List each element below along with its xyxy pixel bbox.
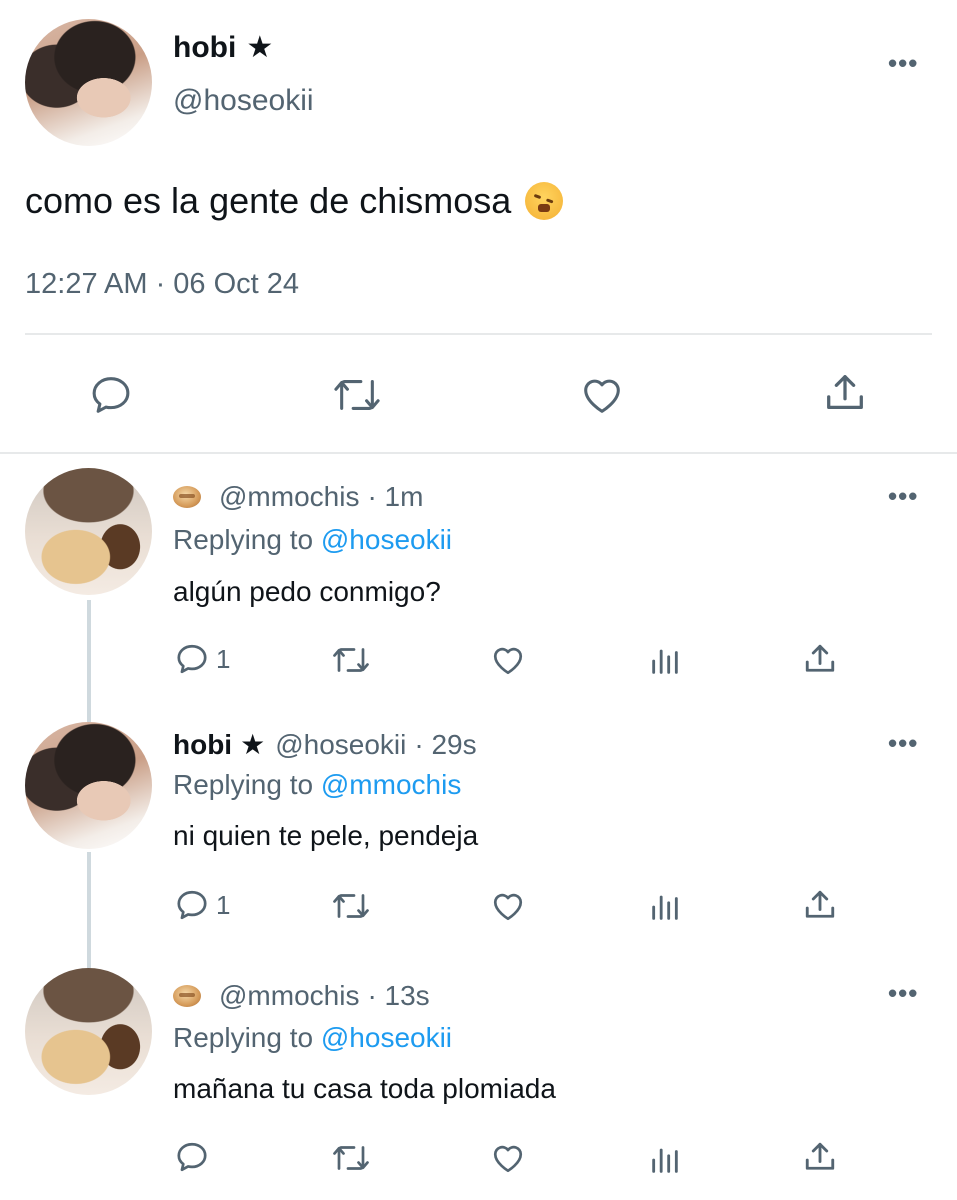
- reply-button[interactable]: [174, 1139, 210, 1175]
- more-options-icon[interactable]: •••: [888, 730, 918, 756]
- divider: [25, 333, 932, 335]
- replying-to: Replying to @mmochis: [173, 769, 461, 801]
- thread-line: [87, 600, 91, 722]
- like-button[interactable]: [489, 1140, 527, 1176]
- replying-label: Replying to: [173, 524, 314, 555]
- cookie-emoji-icon: [173, 985, 201, 1007]
- section-divider: [0, 452, 957, 454]
- retweet-button[interactable]: [331, 372, 383, 418]
- tweet-text: mañana tu casa toda plomiada: [173, 1073, 556, 1104]
- reply-icon: [177, 890, 207, 920]
- tweet-text: ni quien te pele, pendeja: [173, 820, 479, 851]
- handle: @mmochis: [219, 481, 360, 512]
- tweet-text: como es la gente de chismosa: [25, 180, 564, 222]
- mention-link[interactable]: @hoseokii: [321, 1022, 452, 1053]
- author-name-row[interactable]: @mmochis · 1m: [173, 481, 423, 513]
- display-name: hobi: [173, 728, 233, 760]
- tweet-text: algún pedo conmigo?: [173, 576, 441, 607]
- reply-button[interactable]: 1: [174, 887, 230, 923]
- views-button[interactable]: [648, 1143, 682, 1177]
- mention-link[interactable]: @mmochis: [321, 769, 461, 800]
- reply-time: · 13s: [367, 980, 430, 1011]
- replying-label: Replying to: [173, 1022, 314, 1053]
- more-options-icon[interactable]: •••: [888, 50, 918, 76]
- replying-to: Replying to @hoseokii: [173, 524, 452, 556]
- heart-icon: [493, 647, 523, 675]
- reply-icon: [177, 1142, 207, 1172]
- views-button[interactable]: [648, 890, 682, 924]
- like-button[interactable]: [489, 888, 527, 924]
- share-button[interactable]: [802, 1139, 838, 1175]
- star-icon: ★: [246, 31, 274, 64]
- retweet-button[interactable]: [330, 888, 372, 924]
- share-button[interactable]: [802, 641, 838, 677]
- author-name-row[interactable]: @mmochis · 13s: [173, 980, 430, 1012]
- views-button[interactable]: [648, 644, 682, 678]
- replying-label: Replying to: [173, 769, 314, 800]
- reply-button[interactable]: [88, 372, 134, 418]
- more-options-icon[interactable]: •••: [888, 483, 918, 509]
- star-icon: ★: [240, 729, 266, 760]
- tweet-body: como es la gente de chismosa: [25, 180, 512, 221]
- heart-icon: [493, 1145, 523, 1173]
- retweet-button[interactable]: [330, 1140, 372, 1176]
- cookie-emoji-icon: [173, 486, 201, 508]
- heart-icon: [584, 379, 620, 413]
- reply-count: 1: [216, 889, 231, 920]
- share-icon: [827, 375, 863, 410]
- handle: @mmochis: [219, 980, 360, 1011]
- display-name: hobi: [173, 30, 237, 64]
- reply-icon: [177, 644, 207, 674]
- heart-icon: [493, 893, 523, 921]
- thread-line: [87, 852, 91, 968]
- reply-time: · 1m: [367, 481, 424, 512]
- reply-time: · 29s: [414, 728, 477, 760]
- share-button[interactable]: [822, 370, 868, 416]
- avatar[interactable]: [25, 468, 152, 595]
- handle[interactable]: @hoseokii: [173, 84, 314, 118]
- author-name-row[interactable]: hobi ★: [173, 30, 273, 65]
- share-icon: [805, 644, 835, 672]
- share-button[interactable]: [802, 887, 838, 923]
- mention-link[interactable]: @hoseokii: [321, 524, 452, 555]
- bar-chart-icon: [652, 895, 678, 920]
- share-icon: [805, 890, 835, 918]
- steam-face-emoji-icon: [525, 182, 564, 220]
- like-button[interactable]: [489, 642, 527, 678]
- retweet-icon: [333, 648, 369, 672]
- retweet-icon: [333, 1146, 369, 1170]
- handle: @hoseokii: [275, 728, 407, 760]
- avatar[interactable]: [25, 722, 152, 849]
- like-button[interactable]: [578, 372, 626, 418]
- retweet-icon: [333, 894, 369, 918]
- avatar[interactable]: [25, 19, 152, 146]
- main-tweet: hobi ★ @hoseokii ••• como es la gente de…: [0, 0, 957, 452]
- replying-to: Replying to @hoseokii: [173, 1022, 452, 1054]
- reply-button[interactable]: 1: [174, 641, 230, 677]
- author-name-row[interactable]: hobi ★ @hoseokii · 29s: [173, 728, 477, 761]
- retweet-icon: [334, 380, 380, 410]
- bar-chart-icon: [652, 649, 678, 674]
- more-options-icon[interactable]: •••: [888, 980, 918, 1006]
- tweet-timestamp[interactable]: 12:27 AM · 06 Oct 24: [25, 268, 299, 301]
- avatar[interactable]: [25, 968, 152, 1095]
- bar-chart-icon: [652, 1148, 678, 1173]
- reply-count: 1: [216, 643, 231, 674]
- retweet-button[interactable]: [330, 642, 372, 678]
- share-icon: [805, 1142, 835, 1170]
- reply-icon: [92, 377, 130, 413]
